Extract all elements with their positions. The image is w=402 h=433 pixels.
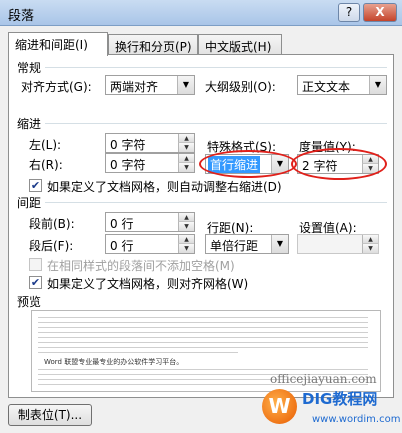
indent-left-label: 左(L): xyxy=(29,138,62,152)
space-before-spinner[interactable]: 0 行 ▲ ▼ xyxy=(105,212,195,232)
indent-right-spinner[interactable]: 0 字符 ▲ ▼ xyxy=(105,153,195,173)
watermark-url: officejiayuan.com xyxy=(270,372,377,386)
chevron-down-icon: ▼ xyxy=(369,76,386,94)
general-section: 常规 xyxy=(17,59,387,76)
chevron-down-icon: ▼ xyxy=(271,235,288,253)
general-heading: 常规 xyxy=(17,59,46,76)
title-bar: 段落 ? X xyxy=(0,0,402,26)
no-space-same-style-label: 在相同样式的段落间不添加空格(M) xyxy=(47,259,235,273)
snap-to-grid-checkbox[interactable]: ✔ xyxy=(29,276,42,289)
spacing-section: 间距 xyxy=(17,194,387,211)
indent-left-spinner[interactable]: 0 字符 ▲ ▼ xyxy=(105,133,195,153)
spin-down-icon[interactable]: ▼ xyxy=(178,244,194,253)
preview-line xyxy=(38,327,368,328)
outline-level-label: 大纲级别(O): xyxy=(205,80,276,94)
tab-indent-spacing[interactable]: 缩进和间距(I) xyxy=(8,32,108,56)
preview-line xyxy=(38,337,368,338)
setting-spinner[interactable]: ▲ ▼ xyxy=(297,234,379,254)
preview-line xyxy=(38,352,238,353)
measure-spinner[interactable]: 2 字符 ▲ ▼ xyxy=(297,154,379,174)
indent-left-value: 0 字符 xyxy=(110,138,146,152)
mirror-grid-checkbox[interactable]: ✔ xyxy=(29,179,42,192)
spin-up-icon[interactable]: ▲ xyxy=(178,134,194,143)
spin-down-icon[interactable]: ▼ xyxy=(362,244,378,253)
divider xyxy=(17,123,387,124)
help-icon: ? xyxy=(345,5,353,19)
preview-heading: 预览 xyxy=(17,295,42,309)
tab-panel: 常规 对齐方式(G): 两端对齐 ▼ 大纲级别(O): 正文文本 ▼ 缩进 左(… xyxy=(8,54,394,398)
spin-down-icon[interactable]: ▼ xyxy=(178,222,194,231)
watermark-logo-icon: W xyxy=(262,389,297,424)
spacing-heading: 间距 xyxy=(17,194,46,211)
spin-up-icon[interactable]: ▲ xyxy=(178,213,194,222)
help-button[interactable]: ? xyxy=(338,3,360,22)
spin-up-icon[interactable]: ▲ xyxy=(362,155,378,164)
outline-level-select[interactable]: 正文文本 ▼ xyxy=(297,75,387,95)
watermark-site: www.wordim.com xyxy=(312,414,401,425)
chevron-down-icon: ▼ xyxy=(177,76,194,94)
measure-label: 度量值(Y): xyxy=(299,140,356,154)
preview-line xyxy=(38,322,368,323)
spin-down-icon[interactable]: ▼ xyxy=(178,163,194,172)
spin-up-icon[interactable]: ▲ xyxy=(362,235,378,244)
spin-down-icon[interactable]: ▼ xyxy=(178,143,194,152)
checkmark-icon: ✔ xyxy=(30,179,41,192)
close-button[interactable]: X xyxy=(363,3,397,22)
preview-sample-text: Word 联盟专业最专业的办公软件学习平台。 xyxy=(44,358,184,366)
indent-right-label: 右(R): xyxy=(29,158,63,172)
tab-asian-typography[interactable]: 中文版式(H) xyxy=(198,34,282,55)
preview-line xyxy=(38,369,368,370)
alignment-select[interactable]: 两端对齐 ▼ xyxy=(105,75,195,95)
line-spacing-select[interactable]: 单倍行距 ▼ xyxy=(205,234,289,254)
space-before-value: 0 行 xyxy=(110,217,134,231)
no-space-same-style-checkbox[interactable] xyxy=(29,258,42,271)
indent-heading: 缩进 xyxy=(17,115,46,132)
indent-section: 缩进 xyxy=(17,115,387,132)
watermark-brand: DIG教程网 xyxy=(302,390,378,408)
space-after-spinner[interactable]: 0 行 ▲ ▼ xyxy=(105,234,195,254)
indent-right-value: 0 字符 xyxy=(110,158,146,172)
snap-to-grid-label: 如果定义了文档网格，则对齐网格(W) xyxy=(47,277,249,291)
preview-line xyxy=(38,342,368,343)
preview-line xyxy=(38,317,368,318)
spin-up-icon[interactable]: ▲ xyxy=(178,154,194,163)
divider xyxy=(17,67,387,68)
outline-level-value: 正文文本 xyxy=(302,80,351,94)
space-after-label: 段后(F): xyxy=(29,239,74,253)
space-before-label: 段前(B): xyxy=(29,217,75,231)
special-indent-select[interactable]: 首行缩进 ▼ xyxy=(205,154,289,174)
preview-line xyxy=(38,332,368,333)
tabs-button[interactable]: 制表位(T)... xyxy=(8,404,92,426)
special-indent-value: 首行缩进 xyxy=(208,156,261,173)
checkmark-icon: ✔ xyxy=(30,276,41,289)
mirror-grid-label: 如果定义了文档网格，则自动调整右缩进(D) xyxy=(47,180,282,194)
preview-line xyxy=(38,347,368,348)
line-spacing-value: 单倍行距 xyxy=(210,239,259,253)
watermark-logo-letter: W xyxy=(268,394,291,418)
alignment-label: 对齐方式(G): xyxy=(21,80,92,94)
alignment-value: 两端对齐 xyxy=(110,80,159,94)
spin-down-icon[interactable]: ▼ xyxy=(362,164,378,173)
divider xyxy=(17,202,387,203)
chevron-down-icon: ▼ xyxy=(271,155,288,173)
measure-value: 2 字符 xyxy=(302,159,338,173)
spin-up-icon[interactable]: ▲ xyxy=(178,235,194,244)
dialog-title: 段落 xyxy=(8,9,35,24)
tab-line-page-breaks[interactable]: 换行和分页(P) xyxy=(108,34,198,55)
close-icon: X xyxy=(375,5,385,19)
special-indent-label: 特殊格式(S): xyxy=(207,140,277,154)
space-after-value: 0 行 xyxy=(110,239,134,253)
